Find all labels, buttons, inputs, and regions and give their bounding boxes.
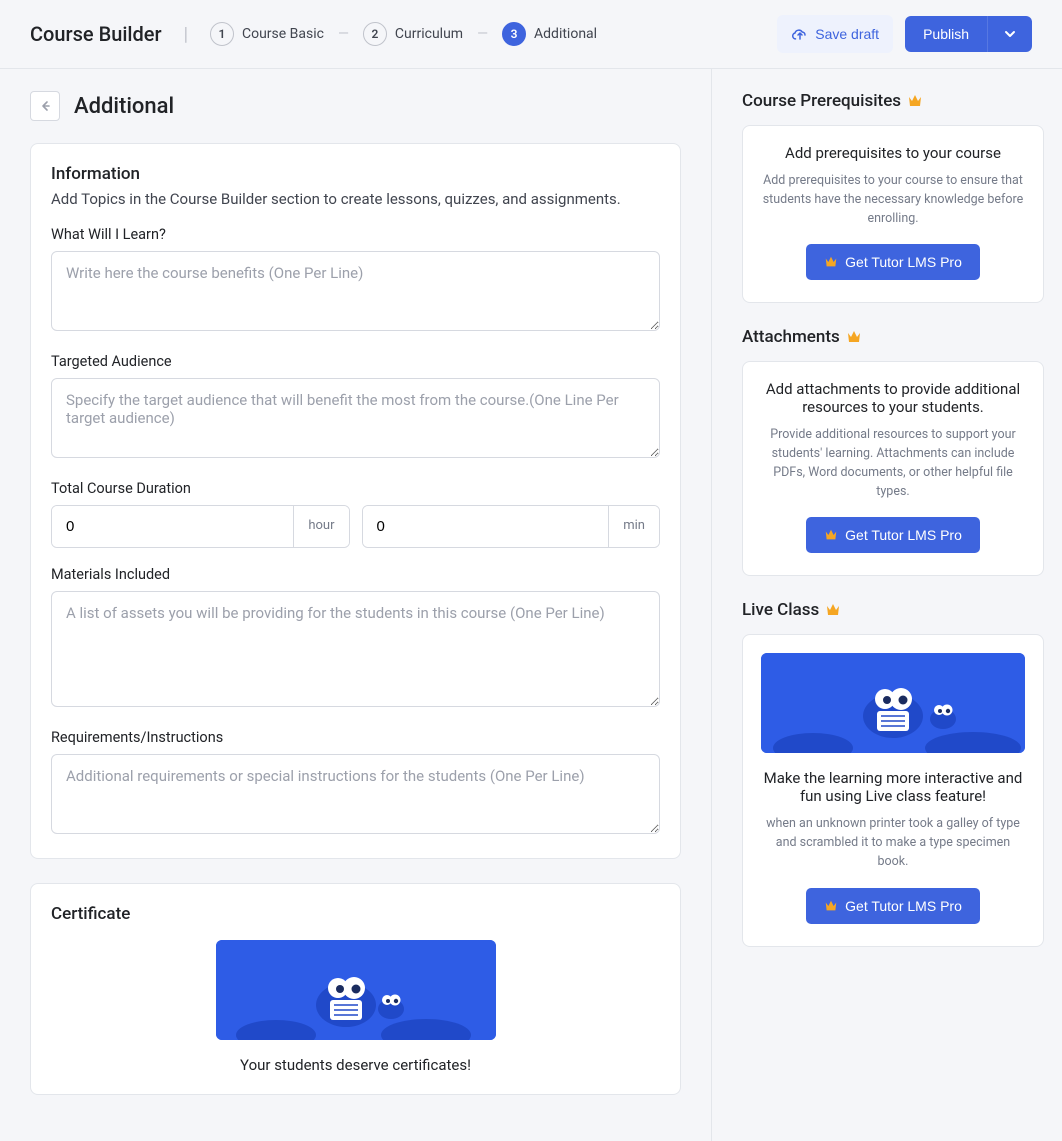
- live-class-card: Make the learning more interactive and f…: [742, 634, 1044, 946]
- side-card-title: Add attachments to provide additional re…: [761, 380, 1025, 416]
- field-label: Requirements/Instructions: [51, 729, 660, 746]
- live-class-illustration: [761, 653, 1025, 753]
- crown-icon: [907, 93, 923, 109]
- hour-unit-label: hour: [293, 506, 348, 547]
- step-separator: —: [338, 26, 349, 42]
- topbar: Course Builder | 1 Course Basic — 2 Curr…: [0, 0, 1062, 69]
- duration-min-input[interactable]: [363, 506, 609, 547]
- crown-icon: [846, 329, 862, 345]
- materials-included-input[interactable]: [51, 591, 660, 707]
- field-label: What Will I Learn?: [51, 226, 660, 243]
- page-title: Additional: [74, 94, 174, 119]
- publish-dropdown-button[interactable]: [987, 16, 1032, 52]
- certificate-illustration: [216, 940, 496, 1040]
- live-class-heading: Live Class: [742, 600, 1044, 620]
- min-unit-label: min: [608, 506, 659, 547]
- separator: |: [184, 24, 188, 45]
- get-pro-button[interactable]: Get Tutor LMS Pro: [806, 888, 980, 924]
- prerequisites-heading: Course Prerequisites: [742, 91, 1044, 111]
- app-title: Course Builder: [30, 22, 162, 46]
- save-draft-button[interactable]: Save draft: [777, 15, 893, 53]
- side-card-title: Make the learning more interactive and f…: [761, 769, 1025, 805]
- chevron-down-icon: [1002, 26, 1018, 42]
- back-button[interactable]: [30, 91, 60, 121]
- side-card-desc: Provide additional resources to support …: [761, 426, 1025, 501]
- targeted-audience-input[interactable]: [51, 378, 660, 458]
- card-title: Information: [51, 164, 660, 184]
- certificate-caption: Your students deserve certificates!: [51, 1056, 660, 1074]
- field-label: Total Course Duration: [51, 480, 660, 497]
- step-course-basic[interactable]: 1 Course Basic: [210, 22, 324, 46]
- step-curriculum[interactable]: 2 Curriculum: [363, 22, 463, 46]
- certificate-card: Certificate Your students deserve certif…: [30, 883, 681, 1095]
- get-pro-button[interactable]: Get Tutor LMS Pro: [806, 517, 980, 553]
- wizard-steps: 1 Course Basic — 2 Curriculum — 3 Additi…: [210, 22, 777, 46]
- arrow-left-icon: [37, 98, 53, 114]
- get-pro-button[interactable]: Get Tutor LMS Pro: [806, 244, 980, 280]
- attachments-heading: Attachments: [742, 327, 1044, 347]
- step-separator: —: [477, 26, 488, 42]
- what-will-i-learn-input[interactable]: [51, 251, 660, 331]
- requirements-input[interactable]: [51, 754, 660, 834]
- cloud-upload-icon: [791, 25, 809, 43]
- duration-hour-input[interactable]: [52, 506, 293, 547]
- card-title: Certificate: [51, 904, 660, 924]
- side-card-desc: when an unknown printer took a galley of…: [761, 815, 1025, 871]
- crown-icon: [824, 899, 838, 913]
- field-label: Targeted Audience: [51, 353, 660, 370]
- prerequisites-card: Add prerequisites to your course Add pre…: [742, 125, 1044, 303]
- publish-button[interactable]: Publish: [905, 16, 987, 52]
- crown-icon: [825, 602, 841, 618]
- step-additional[interactable]: 3 Additional: [502, 22, 597, 46]
- side-card-title: Add prerequisites to your course: [761, 144, 1025, 162]
- information-card: Information Add Topics in the Course Bui…: [30, 143, 681, 859]
- crown-icon: [824, 255, 838, 269]
- side-card-desc: Add prerequisites to your course to ensu…: [761, 172, 1025, 228]
- card-subtitle: Add Topics in the Course Builder section…: [51, 190, 660, 208]
- crown-icon: [824, 528, 838, 542]
- attachments-card: Add attachments to provide additional re…: [742, 361, 1044, 576]
- field-label: Materials Included: [51, 566, 660, 583]
